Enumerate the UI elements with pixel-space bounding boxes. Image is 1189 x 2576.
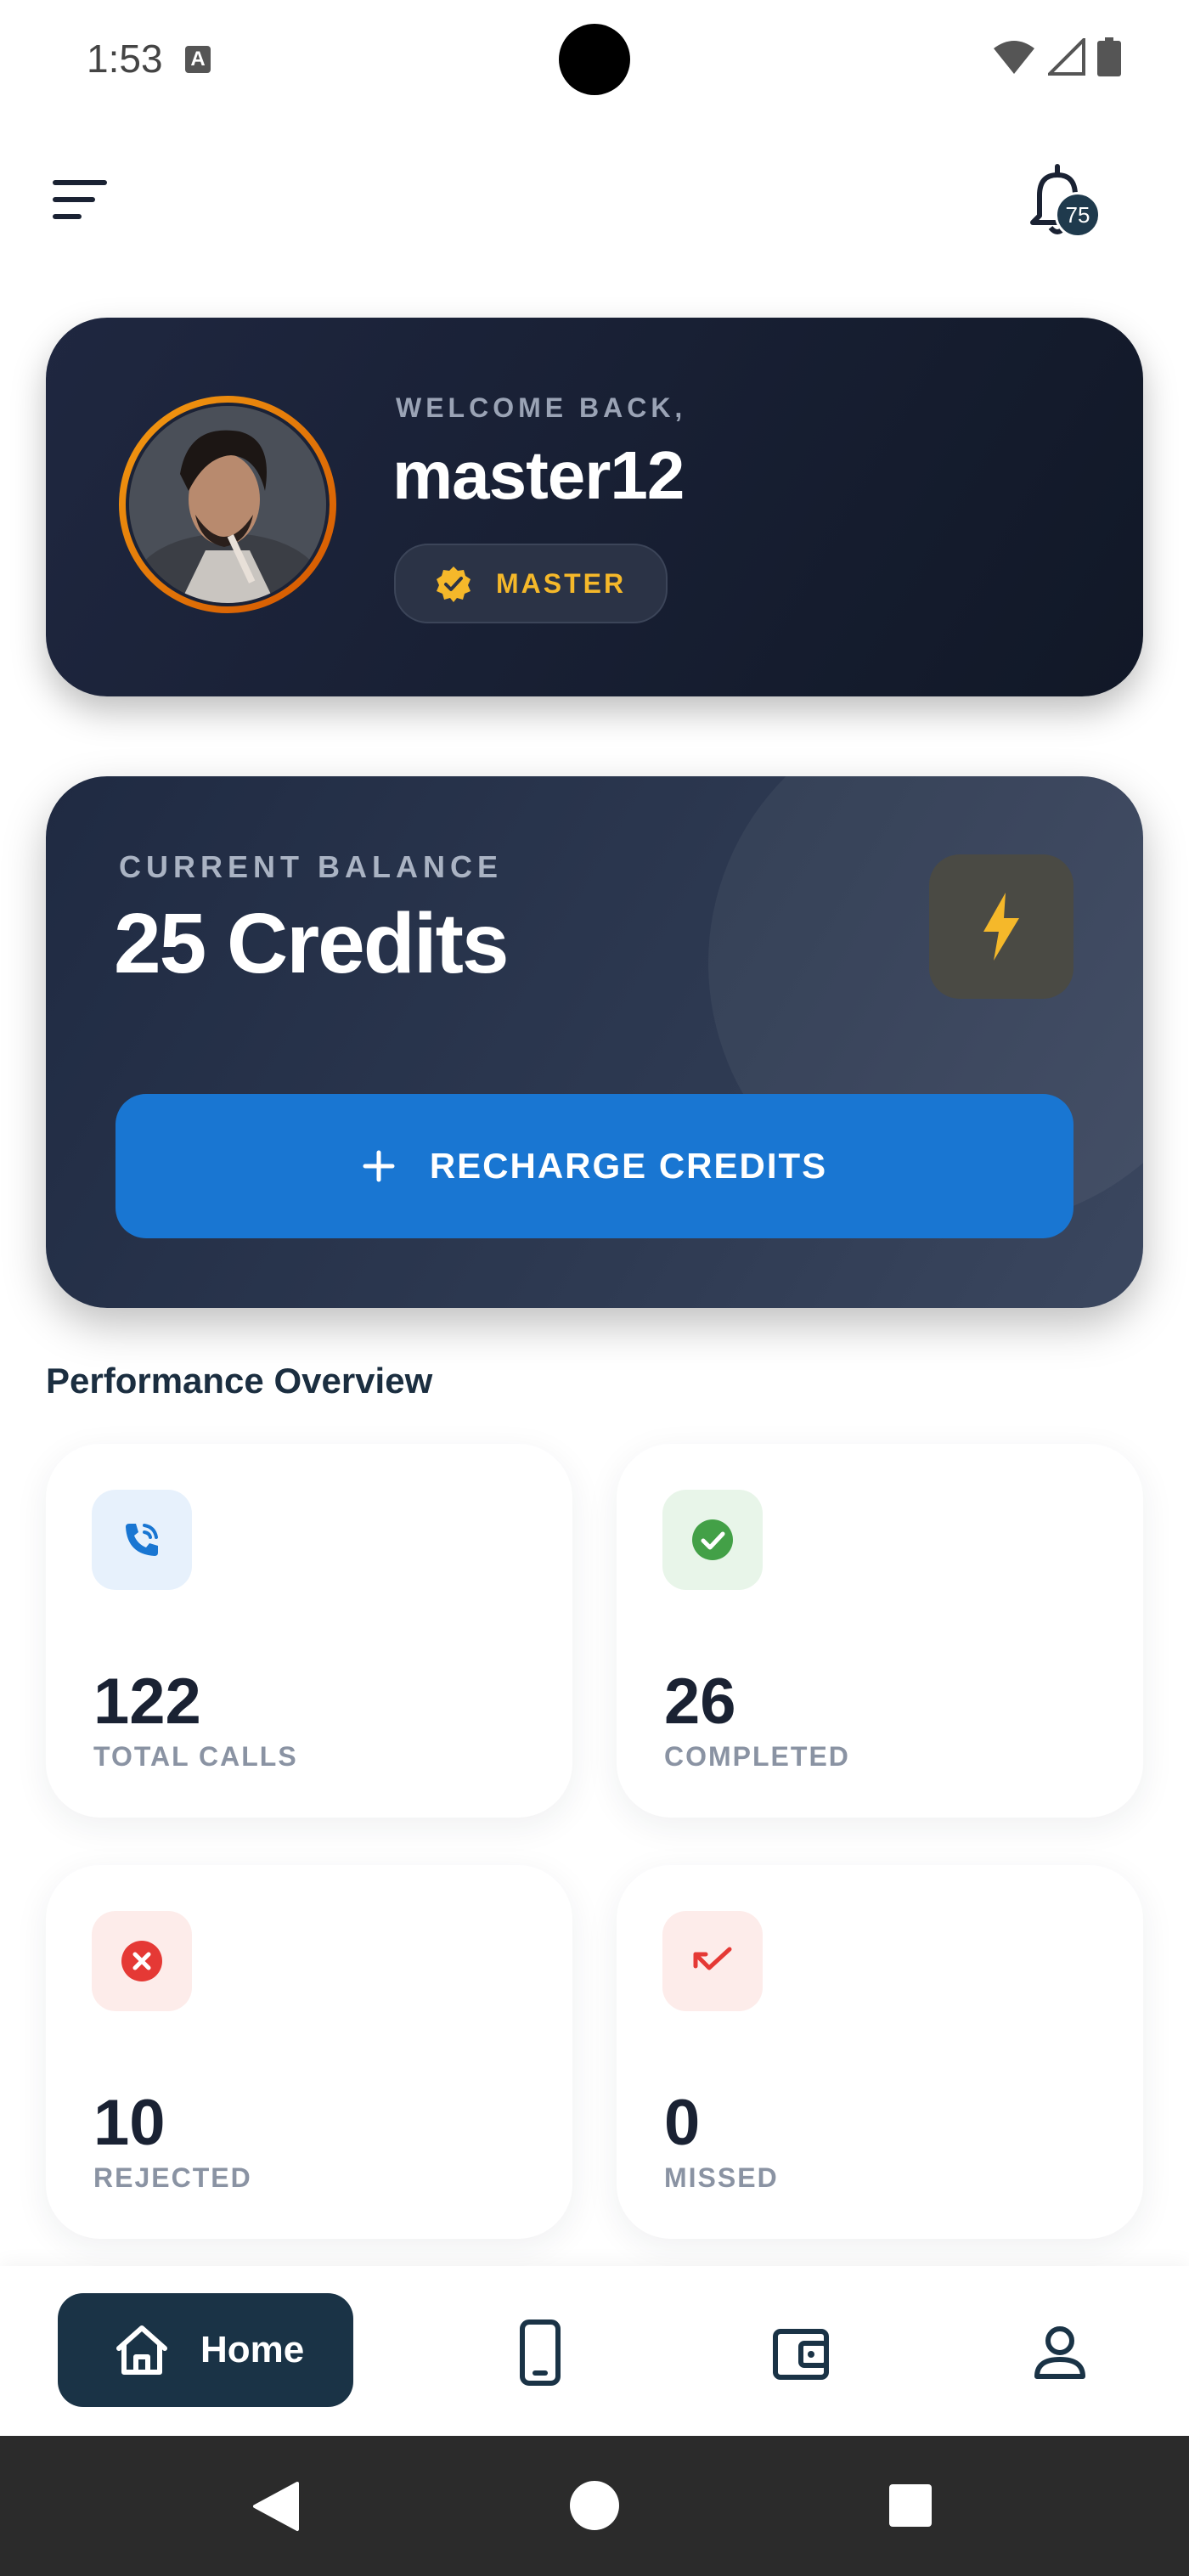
wallet-icon: [773, 2329, 829, 2380]
phone-call-icon: [126, 1524, 158, 1556]
stat-icon-box: [92, 1911, 192, 2011]
profile-icon: [1034, 2326, 1085, 2379]
recharge-label: RECHARGE CREDITS: [429, 1146, 828, 1186]
text-input-indicator-icon: A: [185, 46, 211, 73]
stat-value: 10: [93, 2087, 166, 2159]
missed-call-icon: [693, 1947, 732, 1970]
plus-icon: [363, 1150, 395, 1182]
stat-label: REJECTED: [93, 2162, 252, 2193]
nav-home-label: Home: [200, 2329, 305, 2370]
verified-icon: [437, 566, 471, 602]
status-time: 1:53: [87, 37, 163, 81]
stat-card-completed[interactable]: 26 COMPLETED: [617, 1444, 1143, 1818]
stat-value: 122: [93, 1666, 201, 1738]
notification-count-badge: 75: [1055, 192, 1101, 238]
stat-label: TOTAL CALLS: [93, 1741, 298, 1772]
status-icons: [992, 37, 1121, 76]
signal-icon: [1048, 38, 1085, 76]
bolt-icon: [983, 893, 1019, 961]
notifications-button[interactable]: 75: [1028, 163, 1104, 248]
stat-value: 26: [664, 1666, 736, 1738]
avatar-photo: [129, 406, 326, 603]
bottom-navigation: Home: [0, 2266, 1189, 2436]
nav-wallet[interactable]: [768, 2319, 836, 2387]
check-circle-icon: [692, 1519, 733, 1560]
recharge-credits-button[interactable]: RECHARGE CREDITS: [116, 1094, 1073, 1238]
stat-card-total-calls[interactable]: 122 TOTAL CALLS: [46, 1444, 572, 1818]
wifi-icon: [994, 41, 1034, 74]
nav-devices[interactable]: [506, 2319, 574, 2387]
stat-card-rejected[interactable]: 10 REJECTED: [46, 1865, 572, 2239]
stat-icon-box: [662, 1911, 763, 2011]
menu-icon[interactable]: [53, 180, 109, 219]
bolt-badge: [929, 854, 1073, 999]
system-navigation-bar: [0, 2436, 1189, 2576]
phone-icon: [520, 2320, 561, 2386]
home-circle-icon[interactable]: [569, 2480, 620, 2531]
back-icon[interactable]: [251, 2480, 301, 2533]
home-icon: [116, 2325, 167, 2375]
username: master12: [392, 437, 685, 513]
stat-value: 0: [664, 2087, 701, 2159]
stat-label: COMPLETED: [664, 1741, 850, 1772]
balance-card: CURRENT BALANCE 25 Credits RECHARGE CRED…: [46, 776, 1143, 1308]
rank-badge: MASTER: [394, 544, 668, 623]
stat-label: MISSED: [664, 2162, 779, 2193]
stat-icon-box: [92, 1490, 192, 1590]
nav-home[interactable]: Home: [58, 2293, 353, 2407]
nav-profile[interactable]: [1026, 2319, 1094, 2387]
cancel-icon: [121, 1941, 162, 1981]
stat-card-missed[interactable]: 0 MISSED: [617, 1865, 1143, 2239]
battery-icon: [1097, 37, 1121, 76]
avatar-ring: [119, 396, 336, 613]
welcome-label: WELCOME BACK,: [396, 392, 687, 423]
avatar[interactable]: [126, 403, 330, 606]
rank-label: MASTER: [496, 567, 627, 599]
welcome-card: WELCOME BACK, master12 MASTER: [46, 318, 1143, 696]
performance-title: Performance Overview: [46, 1361, 433, 1401]
status-bar: 1:53 A: [0, 0, 1189, 119]
balance-value: 25 Credits: [114, 896, 510, 991]
recents-icon[interactable]: [888, 2483, 933, 2528]
balance-label: CURRENT BALANCE: [119, 849, 503, 884]
camera-cutout: [559, 24, 630, 95]
stat-icon-box: [662, 1490, 763, 1590]
